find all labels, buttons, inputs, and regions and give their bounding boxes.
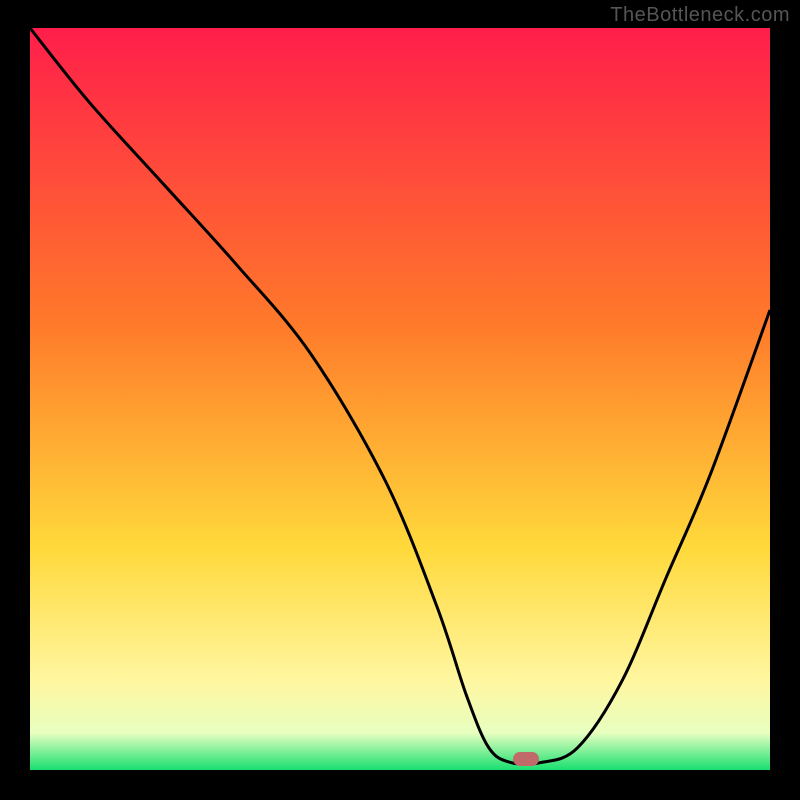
plot-background [30, 28, 770, 770]
watermark-text: TheBottleneck.com [610, 4, 790, 27]
chart-frame: TheBottleneck.com [0, 0, 800, 800]
bottleneck-plot [30, 28, 770, 770]
optimal-point-marker [513, 752, 539, 766]
plot-svg [30, 28, 770, 770]
